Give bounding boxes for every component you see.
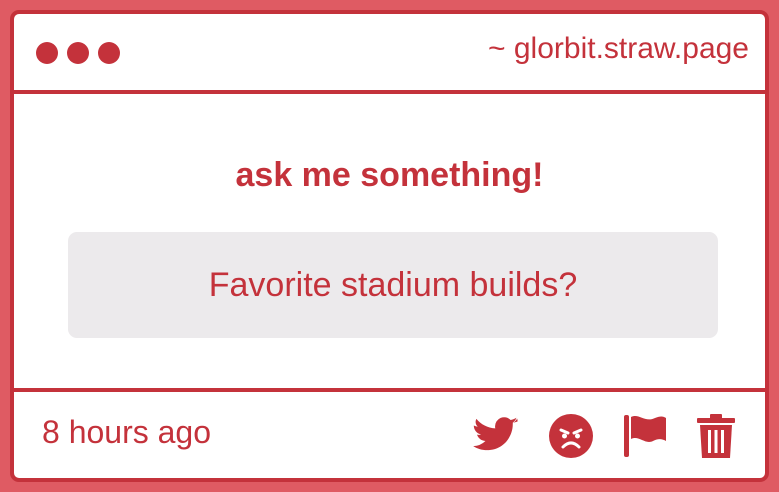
question-box: Favorite stadium builds?	[68, 232, 718, 338]
card-footer: 8 hours ago	[14, 388, 765, 482]
window-dot	[98, 42, 120, 64]
prompt-heading: ask me something!	[235, 156, 544, 194]
trash-icon[interactable]	[697, 414, 735, 458]
window-dot	[36, 42, 58, 64]
question-text: Favorite stadium builds?	[208, 265, 578, 304]
twitter-icon[interactable]	[473, 417, 519, 455]
question-card: ~ glorbit.straw.page ask me something! F…	[10, 10, 769, 482]
timestamp: 8 hours ago	[42, 414, 212, 450]
action-icons	[473, 414, 735, 458]
window-dots	[36, 42, 120, 64]
flag-icon[interactable]	[623, 414, 667, 458]
page-url: ~ glorbit.straw.page	[488, 32, 749, 65]
angry-face-icon[interactable]	[549, 414, 593, 458]
question-content: ask me something! Favorite stadium build…	[14, 94, 765, 388]
window-titlebar: ~ glorbit.straw.page	[14, 14, 765, 94]
window-dot	[67, 42, 89, 64]
